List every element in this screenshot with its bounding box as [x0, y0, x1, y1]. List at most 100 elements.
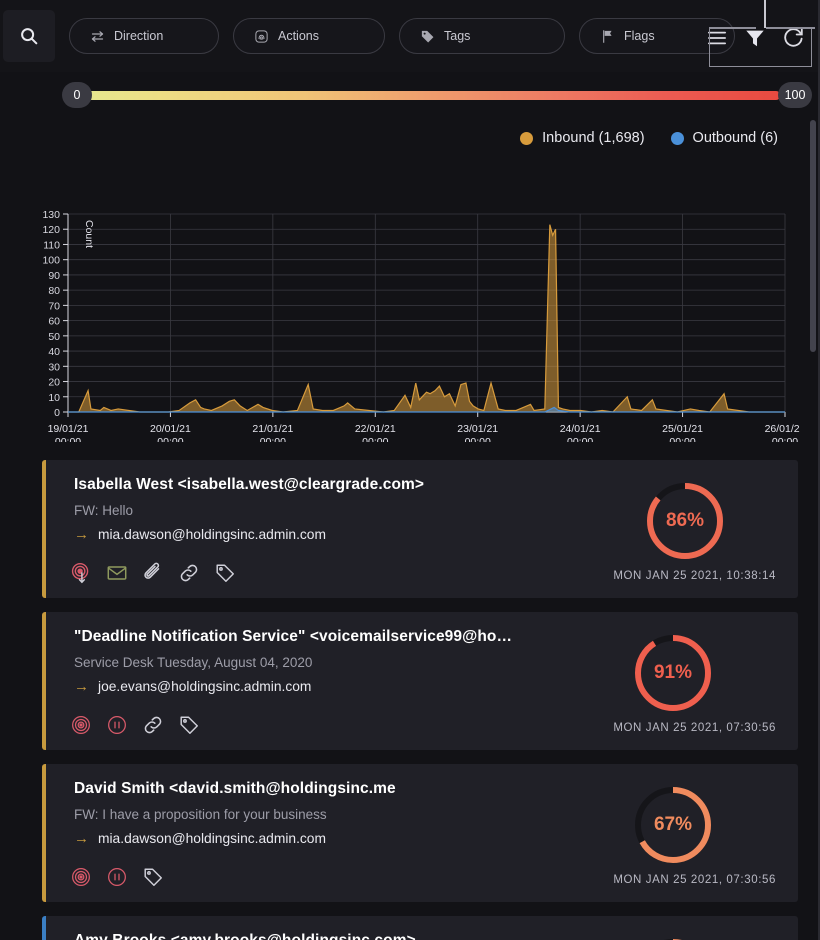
score-gauge-ring: [635, 939, 711, 940]
slider-min-label: 0: [73, 88, 81, 102]
email-list: Isabella West <isabella.west@cleargrade.…: [0, 442, 820, 940]
email-card[interactable]: Isabella West <isabella.west@cleargrade.…: [42, 460, 798, 598]
email-icon-row: [70, 714, 200, 736]
tag-icon[interactable]: [178, 714, 200, 736]
svg-text:120: 120: [42, 224, 60, 236]
arrow-right-icon: →: [74, 678, 89, 695]
score-value: 67%: [653, 814, 693, 835]
top-toolbar: Direction Actions Tags Flags: [0, 0, 820, 72]
score-value: 86%: [665, 510, 705, 531]
svg-text:00:00: 00:00: [157, 436, 183, 442]
score-value: 91%: [653, 662, 693, 683]
chip-flags-label: Flags: [624, 29, 655, 43]
arrow-right-icon: →: [74, 830, 89, 847]
chip-direction-label: Direction: [114, 29, 164, 43]
svg-text:50: 50: [48, 331, 60, 343]
link-icon[interactable]: [178, 562, 200, 584]
email-card[interactable]: Amy Brooks <amy.brooks@holdingsinc.com>: [42, 916, 798, 940]
svg-text:25/01/21: 25/01/21: [662, 423, 703, 435]
email-timestamp: MON JAN 25 2021, 10:38:14: [613, 570, 776, 582]
svg-text:100: 100: [42, 255, 60, 267]
score-gauge: 86%: [642, 478, 728, 564]
svg-text:80: 80: [48, 285, 60, 297]
svg-text:24/01/21: 24/01/21: [560, 423, 601, 435]
pause-icon[interactable]: [106, 866, 128, 888]
search-button[interactable]: [3, 10, 55, 62]
chip-tags[interactable]: Tags: [399, 18, 565, 54]
email-icon-row: [70, 866, 164, 888]
link-icon[interactable]: [142, 714, 164, 736]
email-timestamp: MON JAN 25 2021, 07:30:56: [613, 874, 776, 886]
timeline-chart[interactable]: 0 10 20 30 40 50 60 70 80 90 100 110 120 130 Count 19/0…: [0, 162, 800, 442]
filter-chip-group: Direction Actions Tags Flags: [69, 18, 735, 54]
email-card[interactable]: "Deadline Notification Service" <voicema…: [42, 612, 798, 750]
chip-tags-label: Tags: [444, 29, 471, 43]
svg-text:00:00: 00:00: [567, 436, 593, 442]
slider-max-handle[interactable]: 100: [778, 82, 812, 108]
svg-text:130: 130: [42, 209, 60, 221]
chip-actions[interactable]: Actions: [233, 18, 385, 54]
svg-text:00:00: 00:00: [55, 436, 81, 442]
legend-dot-outbound: [670, 131, 684, 145]
direction-arrows-icon: [90, 29, 105, 44]
chip-direction[interactable]: Direction: [69, 18, 219, 54]
target-icon[interactable]: [70, 866, 92, 888]
svg-text:30: 30: [48, 361, 60, 373]
svg-text:19/01/21: 19/01/21: [48, 423, 89, 435]
email-recipient: mia.dawson@holdingsinc.admin.com: [98, 831, 326, 846]
list-view-icon[interactable]: [706, 27, 728, 49]
legend-item-outbound[interactable]: Outbound (6): [670, 130, 778, 146]
arrow-right-icon: →: [74, 526, 89, 543]
envelope-icon[interactable]: [106, 562, 128, 584]
target-down-icon[interactable]: [70, 562, 92, 584]
chip-actions-label: Actions: [278, 29, 319, 43]
filter-funnel-icon[interactable]: [744, 27, 766, 49]
vertical-scrollbar-thumb[interactable]: [810, 120, 816, 352]
scroll-content: Inbound (1,698) Outbound (6) 0 10 20 30 40 50…: [0, 118, 820, 940]
svg-text:22/01/21: 22/01/21: [355, 423, 396, 435]
svg-text:10: 10: [48, 392, 60, 404]
svg-text:26/01/21: 26/01/21: [765, 423, 800, 435]
slider-gradient-track[interactable]: [80, 91, 780, 100]
search-icon: [18, 25, 40, 47]
slider-max-label: 100: [784, 88, 806, 102]
email-card[interactable]: David Smith <david.smith@holdingsinc.me …: [42, 764, 798, 902]
tag-icon[interactable]: [142, 866, 164, 888]
score-gauge: 91%: [630, 630, 716, 716]
email-recipient: mia.dawson@holdingsinc.admin.com: [98, 527, 326, 542]
chart-canvas: 0 10 20 30 40 50 60 70 80 90 100 110 120 130 Count 19/0…: [42, 209, 800, 442]
slider-min-handle[interactable]: 0: [62, 82, 92, 108]
target-icon[interactable]: [70, 714, 92, 736]
score-range-slider[interactable]: 0 100: [0, 78, 820, 114]
pause-icon[interactable]: [106, 714, 128, 736]
email-analysis-app: Direction Actions Tags Flags 0 100 Inbou…: [0, 0, 820, 940]
svg-text:00:00: 00:00: [772, 436, 798, 442]
svg-text:90: 90: [48, 270, 60, 282]
svg-text:23/01/21: 23/01/21: [457, 423, 498, 435]
tag-icon[interactable]: [214, 562, 236, 584]
flag-icon: [600, 29, 615, 44]
paperclip-icon[interactable]: [142, 562, 164, 584]
score-gauge: [630, 934, 716, 940]
legend-label-inbound: Inbound (1,698): [542, 130, 645, 146]
score-gauge: 67%: [630, 782, 716, 868]
legend-item-inbound[interactable]: Inbound (1,698): [520, 130, 645, 146]
legend-dot-inbound: [520, 131, 534, 145]
svg-text:110: 110: [43, 239, 60, 251]
svg-text:Count: Count: [83, 220, 95, 248]
toolbar-focus-pointer: [764, 0, 766, 28]
email-timestamp: MON JAN 25 2021, 07:30:56: [613, 722, 776, 734]
svg-text:20/01/21: 20/01/21: [150, 423, 191, 435]
fingerprint-icon: [254, 29, 269, 44]
svg-text:60: 60: [48, 316, 60, 328]
email-icon-row: [70, 562, 236, 584]
svg-text:0: 0: [54, 407, 60, 419]
refresh-icon[interactable]: [782, 27, 804, 49]
svg-text:40: 40: [48, 346, 60, 358]
svg-text:21/01/21: 21/01/21: [252, 423, 293, 435]
tag-icon: [420, 29, 435, 44]
chart-legend: Inbound (1,698) Outbound (6): [0, 118, 820, 158]
svg-text:20: 20: [48, 377, 60, 389]
svg-text:70: 70: [48, 300, 60, 312]
email-recipient: joe.evans@holdingsinc.admin.com: [98, 679, 312, 694]
